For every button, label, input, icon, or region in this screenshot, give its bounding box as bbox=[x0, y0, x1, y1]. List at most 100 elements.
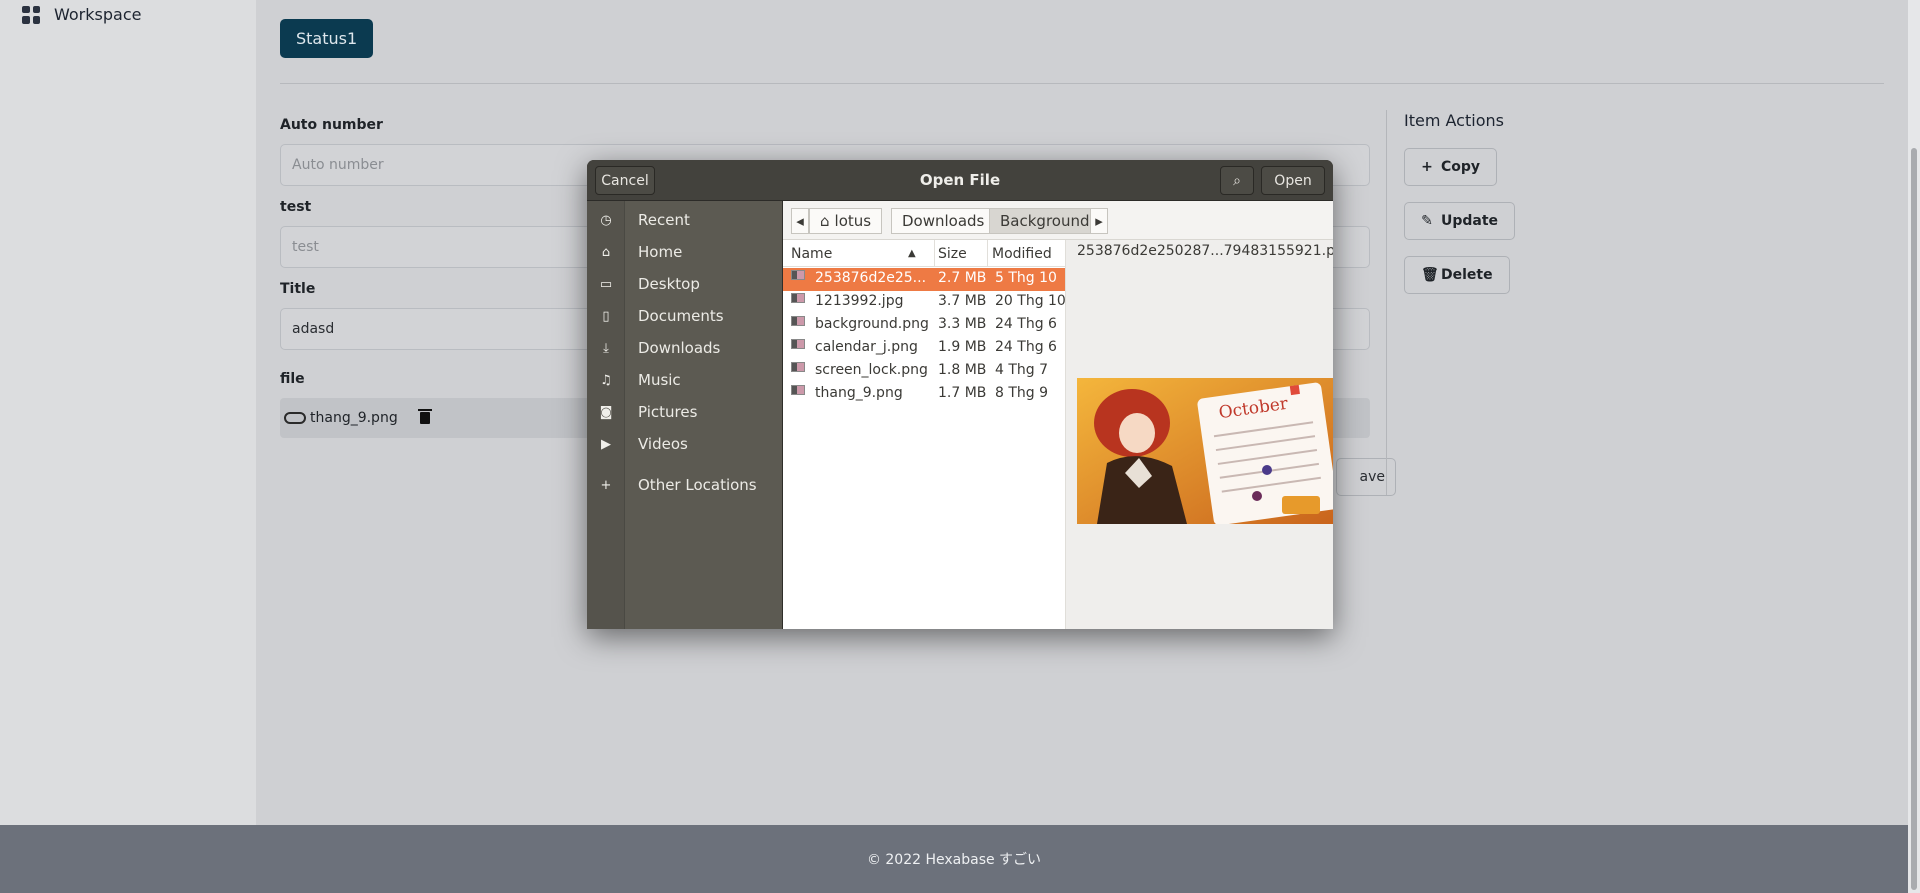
delete-label: Delete bbox=[1441, 267, 1493, 283]
breadcrumb-background[interactable]: Background bbox=[989, 208, 1101, 234]
file-size: 1.9 MB bbox=[938, 339, 987, 355]
dialog-header: Cancel Open File ⌕ Open bbox=[587, 160, 1333, 201]
place-other-locations[interactable]: + Other Locations bbox=[587, 469, 783, 501]
file-list-header: Name ▲ Size Modified bbox=[783, 240, 1065, 267]
document-icon: ▯ bbox=[602, 308, 610, 324]
sidebar-item-workspace[interactable]: Workspace bbox=[22, 5, 141, 24]
workspace-label: Workspace bbox=[54, 5, 142, 24]
file-list: Name ▲ Size Modified 253876d2e25... 2.7 M… bbox=[783, 240, 1066, 629]
file-row[interactable]: 253876d2e25... 2.7 MB 5 Thg 10 bbox=[783, 268, 1065, 291]
vertical-divider bbox=[1386, 110, 1387, 495]
scrollbar-thumb[interactable] bbox=[1911, 148, 1917, 890]
file-name: 1213992.jpg bbox=[815, 293, 904, 309]
image-file-icon bbox=[791, 385, 805, 395]
open-button[interactable]: Open bbox=[1261, 166, 1325, 195]
place-desktop[interactable]: ▭ Desktop bbox=[587, 268, 783, 300]
image-file-icon bbox=[791, 270, 805, 280]
breadcrumb: ◂ ⌂ lotus Downloads Background ▸ bbox=[783, 201, 1333, 240]
place-music[interactable]: ♫ Music bbox=[587, 364, 783, 396]
save-button[interactable]: ave bbox=[1336, 458, 1396, 496]
file-name: calendar_j.png bbox=[815, 339, 918, 355]
preview-image: October bbox=[1077, 378, 1333, 524]
attached-file-name[interactable]: thang_9.png bbox=[310, 410, 398, 426]
file-row[interactable]: calendar_j.png 1.9 MB 24 Thg 6 bbox=[783, 337, 1065, 360]
footer: © 2022 Hexabase すごい bbox=[0, 825, 1908, 893]
music-icon: ♫ bbox=[600, 372, 612, 388]
chevron-left-icon: ◂ bbox=[796, 212, 804, 230]
file-modified: 5 Thg 10 bbox=[995, 270, 1057, 286]
file-size: 3.3 MB bbox=[938, 316, 987, 332]
copy-label: Copy bbox=[1441, 159, 1481, 175]
page-scrollbar[interactable] bbox=[1908, 0, 1920, 893]
breadcrumb-forward[interactable]: ▸ bbox=[1090, 208, 1108, 234]
download-icon: ⤓ bbox=[603, 340, 609, 356]
status-button[interactable]: Status1 bbox=[280, 19, 374, 58]
video-icon: ▶ bbox=[601, 436, 611, 452]
file-size: 2.7 MB bbox=[938, 270, 987, 286]
field-label-file: file bbox=[280, 371, 305, 387]
sidebar: Workspace bbox=[0, 0, 256, 825]
place-pictures[interactable]: ◙ Pictures bbox=[587, 396, 783, 428]
file-row[interactable]: screen_lock.png 1.8 MB 4 Thg 7 bbox=[783, 360, 1065, 383]
place-recent[interactable]: ◷ Recent bbox=[587, 204, 783, 236]
plus-icon: + bbox=[1421, 159, 1433, 175]
field-label-auto-number: Auto number bbox=[280, 117, 383, 133]
trash-icon: 🗑 bbox=[1421, 267, 1439, 283]
search-button[interactable]: ⌕ bbox=[1220, 166, 1254, 195]
column-name[interactable]: Name bbox=[791, 246, 832, 262]
place-downloads[interactable]: ⤓ Downloads bbox=[587, 332, 783, 364]
footer-text: © 2022 Hexabase すごい bbox=[866, 852, 1042, 868]
breadcrumb-downloads[interactable]: Downloads bbox=[891, 208, 996, 234]
preview-file-name: 253876d2e250287...79483155921.png bbox=[1077, 243, 1333, 259]
cancel-button[interactable]: Cancel bbox=[595, 166, 655, 195]
file-row[interactable]: thang_9.png 1.7 MB 8 Thg 9 bbox=[783, 383, 1065, 406]
file-row[interactable]: 1213992.jpg 3.7 MB 20 Thg 10 bbox=[783, 291, 1066, 314]
file-browser: ◂ ⌂ lotus Downloads Background ▸ Name ▲ S… bbox=[783, 201, 1333, 629]
file-modified: 20 Thg 10 bbox=[995, 293, 1066, 309]
divider bbox=[280, 83, 1884, 84]
file-row[interactable]: background.png 3.3 MB 24 Thg 6 bbox=[783, 314, 1065, 337]
update-label: Update bbox=[1441, 213, 1499, 229]
update-button[interactable]: ✎ Update bbox=[1404, 202, 1516, 240]
file-name: background.png bbox=[815, 316, 929, 332]
home-icon: ⌂ bbox=[820, 212, 830, 230]
file-modified: 24 Thg 6 bbox=[995, 316, 1057, 332]
file-modified: 24 Thg 6 bbox=[995, 339, 1057, 355]
file-name: thang_9.png bbox=[815, 385, 903, 401]
image-file-icon bbox=[791, 339, 805, 349]
place-home[interactable]: ⌂ Home bbox=[587, 236, 783, 268]
field-label-test: test bbox=[280, 199, 312, 215]
trash-icon[interactable] bbox=[417, 409, 432, 424]
paperclip-icon bbox=[284, 412, 306, 424]
field-label-title: Title bbox=[280, 281, 316, 297]
delete-button[interactable]: 🗑 Delete bbox=[1404, 256, 1510, 294]
column-modified[interactable]: Modified bbox=[992, 246, 1052, 262]
search-icon: ⌕ bbox=[1233, 172, 1241, 189]
image-file-icon bbox=[791, 316, 805, 326]
chevron-right-icon: ▸ bbox=[1095, 212, 1103, 230]
file-size: 3.7 MB bbox=[938, 293, 987, 309]
home-icon: ⌂ bbox=[601, 244, 611, 260]
camera-icon: ◙ bbox=[599, 404, 613, 420]
plus-icon: + bbox=[600, 477, 612, 493]
place-documents[interactable]: ▯ Documents bbox=[587, 300, 783, 332]
place-videos[interactable]: ▶ Videos bbox=[587, 428, 783, 460]
file-modified: 8 Thg 9 bbox=[995, 385, 1049, 401]
pencil-icon: ✎ bbox=[1421, 213, 1433, 229]
copy-button[interactable]: + Copy bbox=[1404, 148, 1498, 186]
sort-ascending-icon: ▲ bbox=[908, 248, 916, 259]
open-file-dialog: Cancel Open File ⌕ Open ◷ Recent ⌂ Home ▭ D… bbox=[587, 160, 1333, 629]
clock-icon: ◷ bbox=[600, 212, 612, 228]
breadcrumb-lotus[interactable]: ⌂ lotus bbox=[809, 208, 883, 234]
file-size: 1.7 MB bbox=[938, 385, 987, 401]
file-name: screen_lock.png bbox=[815, 362, 928, 378]
item-actions-title: Item Actions bbox=[1404, 111, 1504, 130]
breadcrumb-back[interactable]: ◂ bbox=[791, 208, 809, 234]
image-file-icon bbox=[791, 362, 805, 372]
folder-icon: ▭ bbox=[599, 276, 613, 292]
image-file-icon bbox=[791, 293, 805, 303]
places-sidebar: ◷ Recent ⌂ Home ▭ Desktop ▯ Documents ⤓ Downl… bbox=[587, 201, 783, 629]
grid-icon bbox=[22, 5, 40, 24]
file-name: 253876d2e25... bbox=[815, 270, 927, 286]
column-size[interactable]: Size bbox=[938, 246, 967, 262]
